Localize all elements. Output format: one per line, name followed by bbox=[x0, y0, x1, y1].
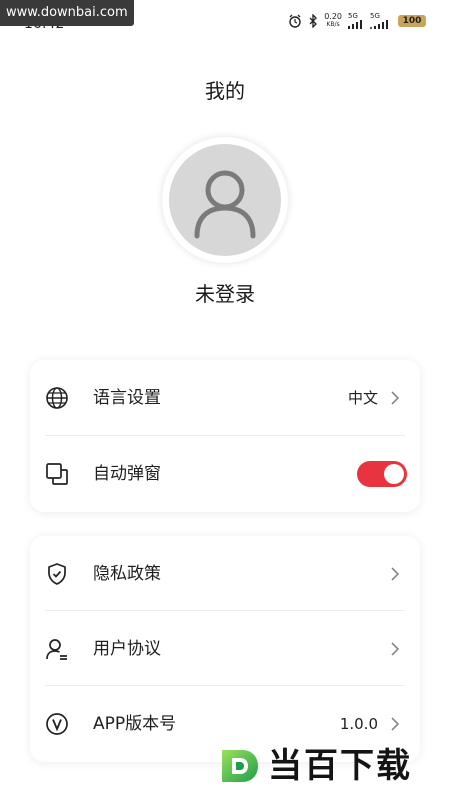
avatar[interactable] bbox=[162, 137, 288, 263]
site-watermark: www.downbai.com bbox=[0, 0, 134, 26]
signal-bars-icon bbox=[370, 20, 388, 29]
sim1-label: 5G bbox=[348, 12, 358, 20]
alarm-icon bbox=[288, 14, 302, 28]
status-bar: 16:42 www.downbai.com 0.20 KB/s 5G 5G 10… bbox=[0, 0, 450, 40]
app-version-value: 1.0.0 bbox=[339, 715, 378, 733]
network-speed-unit: KB/s bbox=[326, 21, 340, 28]
chevron-right-icon bbox=[390, 641, 400, 657]
avatar-placeholder bbox=[169, 144, 281, 256]
globe-icon bbox=[45, 386, 69, 410]
app-version-label: APP版本号 bbox=[93, 714, 177, 734]
shield-icon bbox=[45, 562, 69, 586]
status-icons: 0.20 KB/s 5G 5G 100 bbox=[288, 11, 426, 31]
language-setting-label: 语言设置 bbox=[93, 388, 161, 408]
version-icon bbox=[45, 712, 69, 736]
user-icon bbox=[45, 637, 69, 661]
user-agreement-row[interactable]: 用户协议 bbox=[30, 611, 420, 686]
windows-icon bbox=[45, 462, 69, 486]
auto-popup-label: 自动弹窗 bbox=[93, 464, 161, 484]
battery-indicator: 100 bbox=[398, 15, 426, 27]
signal-bars-icon bbox=[348, 20, 362, 29]
auto-popup-row: 自动弹窗 bbox=[30, 436, 420, 511]
chevron-right-icon bbox=[390, 716, 400, 732]
settings-card: 语言设置 中文 自动弹窗 bbox=[30, 360, 420, 512]
page-title: 我的 bbox=[205, 79, 245, 103]
language-setting-value: 中文 bbox=[347, 389, 378, 407]
chevron-right-icon bbox=[390, 390, 400, 406]
info-card: 隐私政策 用户协议 APP版本号 1.0.0 bbox=[30, 536, 420, 762]
brand-watermark-text: 当百下载 bbox=[268, 746, 412, 786]
brand-watermark: 当百下载 bbox=[218, 742, 412, 790]
signal-sim2: 5G bbox=[370, 13, 392, 29]
chevron-right-icon bbox=[390, 566, 400, 582]
user-agreement-label: 用户协议 bbox=[93, 639, 161, 659]
brand-logo-icon bbox=[218, 744, 262, 788]
sim2-label: 5G bbox=[370, 12, 380, 20]
network-speed: 0.20 KB/s bbox=[324, 13, 342, 29]
network-speed-value: 0.20 bbox=[324, 12, 342, 21]
user-avatar-icon bbox=[194, 170, 256, 239]
signal-sim1: 5G bbox=[348, 13, 364, 29]
language-setting-row[interactable]: 语言设置 中文 bbox=[30, 360, 420, 435]
toggle-knob bbox=[384, 464, 404, 484]
privacy-policy-label: 隐私政策 bbox=[93, 564, 161, 584]
privacy-policy-row[interactable]: 隐私政策 bbox=[30, 536, 420, 611]
bluetooth-icon bbox=[308, 14, 318, 28]
login-status[interactable]: 未登录 bbox=[0, 278, 450, 307]
auto-popup-toggle[interactable] bbox=[357, 461, 407, 487]
